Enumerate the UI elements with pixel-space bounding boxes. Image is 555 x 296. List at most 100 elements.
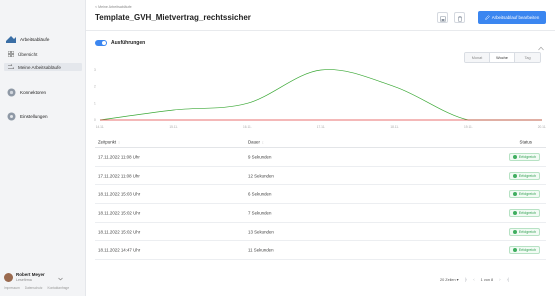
sidebar-item-settings[interactable]: Einstellungen xyxy=(6,112,48,120)
x-tick-label: 16.11. xyxy=(243,125,252,129)
prev-page-icon[interactable]: ‹ xyxy=(473,277,474,282)
sidebar-item-workflows[interactable]: Arbeitsabläufe xyxy=(6,35,49,43)
cell-time: 18.11.2022 15:02 Uhr xyxy=(98,210,141,216)
executions-label: Ausführungen xyxy=(111,40,146,46)
executions-chart: 3 2 1 014.11. 15.11. 16.11. 17.11. 18.11. 19.11.… xyxy=(94,68,546,129)
cell-duration: 6 Sekunden xyxy=(248,191,272,197)
table-row[interactable]: 18.11.2022 15:02 Uhr 13 Sekunden Erfolgr… xyxy=(95,223,546,242)
status-badge: Erfolgreich xyxy=(508,227,540,236)
status-label: Erfolgreich xyxy=(518,248,536,253)
edit-workflow-button[interactable]: Arbeitsablauf bearbeiten xyxy=(478,11,546,24)
x-tick-label: 15.11. xyxy=(169,125,178,129)
status-label: Erfolgreich xyxy=(518,229,536,234)
check-icon xyxy=(512,154,517,159)
table-row[interactable]: 18.11.2022 15:03 Uhr 6 Sekunden Erfolgre… xyxy=(95,185,546,205)
check-icon xyxy=(512,173,517,178)
delete-button[interactable] xyxy=(454,12,465,23)
column-header-duration[interactable]: Dauer ↕ xyxy=(248,140,264,145)
status-badge: Erfolgreich xyxy=(508,152,540,161)
edit-workflow-label: Arbeitsablauf bearbeiten xyxy=(491,15,540,20)
page-size-select[interactable]: 20 Zeilen ▾ xyxy=(440,277,459,282)
sidebar-subitem-label: Meine Arbeitsabläufe xyxy=(18,64,61,70)
cell-time: 17.11.2022 11:08 Uhr xyxy=(98,173,140,179)
link-datenschutz[interactable]: Datenschutz xyxy=(25,286,43,290)
main-content: < Meine Arbeitsabläufe Template_GVH_Miet… xyxy=(86,0,555,296)
x-tick-label: 17.11. xyxy=(317,125,326,129)
column-header-label: Dauer xyxy=(248,139,260,145)
connector-icon xyxy=(6,88,16,96)
sidebar-subitem-overview[interactable]: Übersicht xyxy=(7,50,38,58)
chevron-down-icon[interactable] xyxy=(58,268,63,286)
grid-icon xyxy=(7,50,15,58)
cell-time: 18.11.2022 15:03 Uhr xyxy=(98,191,141,197)
cell-duration: 7 Sekunden xyxy=(248,210,272,216)
table-row[interactable]: 17.11.2022 11:08 Uhr 9 Sekunden Erfolgre… xyxy=(95,148,546,167)
status-label: Erfolgreich xyxy=(518,210,536,215)
page-size-label: 20 Zeilen xyxy=(440,278,456,282)
next-page-icon[interactable]: › xyxy=(499,277,500,282)
edit-icon xyxy=(484,14,490,21)
last-page-icon[interactable]: ›| xyxy=(507,277,510,282)
status-badge: Erfolgreich xyxy=(508,171,540,180)
series-line-0 xyxy=(99,69,542,121)
gear-icon xyxy=(6,112,16,120)
cell-duration: 12 Sekunden xyxy=(248,173,274,179)
footer-links: Impressum Datenschutz Kontaktanfrage xyxy=(4,286,69,290)
sidebar-item-label: Einstellungen xyxy=(20,113,48,119)
page-info: 1 von 8 xyxy=(480,277,494,282)
range-day-button[interactable]: Tag xyxy=(515,53,540,62)
cell-duration: 13 Sekunden xyxy=(248,229,274,235)
cell-time: 17.11.2022 11:08 Uhr xyxy=(98,154,140,160)
sidebar-subitem-label: Übersicht xyxy=(18,52,38,57)
breadcrumb[interactable]: < Meine Arbeitsabläufe xyxy=(95,5,132,9)
executions-toggle[interactable] xyxy=(95,40,107,46)
table-header: Zeitpunkt ↕ Dauer ↕ Status xyxy=(95,137,546,148)
sort-icon: ↕ xyxy=(261,140,264,145)
workflow-icon xyxy=(6,35,16,43)
column-header-label: Zeitpunkt xyxy=(98,139,117,145)
user-role: Lesefirma xyxy=(16,278,32,282)
sidebar: Arbeitsabläufe Übersicht Meine Arbeitsab… xyxy=(0,0,86,296)
status-label: Erfolgreich xyxy=(518,154,536,159)
executions-table: Zeitpunkt ↕ Dauer ↕ Status 17.11.2022 11:0… xyxy=(95,137,546,261)
check-icon xyxy=(512,248,517,253)
x-tick-label: 19.11. xyxy=(464,125,473,129)
x-tick-label: 14.11. xyxy=(96,125,105,129)
column-header-status: Status xyxy=(519,139,532,145)
pagination: 20 Zeilen ▾ |‹ ‹ 1 von 8 › ›| xyxy=(440,277,509,282)
link-kontakt[interactable]: Kontaktanfrage xyxy=(47,286,69,290)
sidebar-subitem-my-workflows[interactable]: Meine Arbeitsabläufe xyxy=(4,63,82,71)
header-divider xyxy=(86,30,555,31)
trash-icon xyxy=(457,9,463,27)
link-impressum[interactable]: Impressum xyxy=(4,286,20,290)
save-icon xyxy=(439,9,446,27)
check-icon xyxy=(512,229,517,234)
range-month-button[interactable]: Monat xyxy=(465,53,490,62)
save-template-button[interactable] xyxy=(437,12,448,23)
status-badge: Erfolgreich xyxy=(508,208,540,217)
y-tick-label: 2 xyxy=(94,85,96,89)
first-page-icon[interactable]: |‹ xyxy=(465,277,468,282)
cell-duration: 11 Sekunden xyxy=(248,247,274,253)
sidebar-item-label: Arbeitsabläufe xyxy=(20,36,50,42)
sort-icon: ↕ xyxy=(118,140,120,145)
column-header-time[interactable]: Zeitpunkt ↕ xyxy=(98,140,120,145)
check-icon xyxy=(512,192,517,197)
x-tick-label: 18.11. xyxy=(390,125,399,129)
sidebar-item-connectors[interactable]: Konnektoren xyxy=(6,88,46,96)
table-row[interactable]: 17.11.2022 11:08 Uhr 12 Sekunden Erfolgr… xyxy=(95,167,546,186)
range-selector: Monat Woche Tag xyxy=(464,52,541,63)
avatar xyxy=(4,272,13,282)
range-week-button[interactable]: Woche xyxy=(490,53,515,62)
x-tick-label: 20.11. xyxy=(538,125,546,129)
status-badge: Erfolgreich xyxy=(508,246,540,255)
check-icon xyxy=(512,210,517,215)
y-tick-label: 3 xyxy=(94,68,96,72)
table-row[interactable]: 18.11.2022 15:02 Uhr 7 Sekunden Erfolgre… xyxy=(95,204,546,223)
user-profile[interactable]: Robert Meyer Lesefirma xyxy=(4,268,63,286)
table-row[interactable]: 18.11.2022 14:47 Uhr 11 Sekunden Erfolgr… xyxy=(95,241,546,261)
status-badge: Erfolgreich xyxy=(508,190,540,199)
user-name: Robert Meyer xyxy=(16,272,45,277)
sidebar-item-label: Konnektoren xyxy=(20,89,47,95)
y-tick-label: 0 xyxy=(94,118,96,122)
